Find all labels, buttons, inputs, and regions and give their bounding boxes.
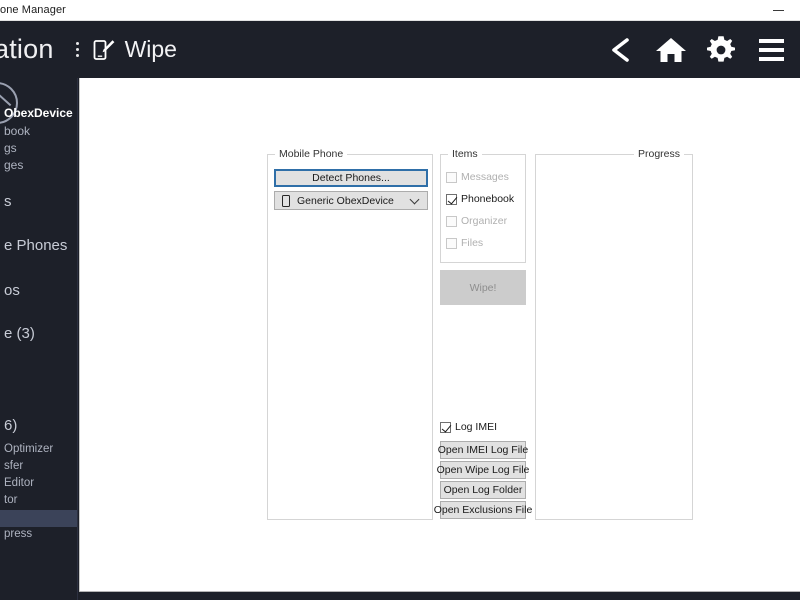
- sidebar-item[interactable]: os: [0, 282, 77, 299]
- minimize-button[interactable]: [756, 0, 800, 21]
- mobile-phone-group-label: Mobile Phone: [275, 148, 348, 160]
- open-log-folder-button[interactable]: Open Log Folder: [440, 481, 526, 499]
- home-icon[interactable]: [646, 21, 696, 78]
- device-combobox-value: Generic ObexDevice: [297, 194, 394, 207]
- checkbox-messages-label: Messages: [461, 171, 509, 183]
- checkbox-organizer[interactable]: Organizer: [446, 215, 507, 227]
- chevron-down-icon: [409, 194, 420, 205]
- sidebar-item[interactable]: e (3): [0, 325, 77, 342]
- sidebar-item[interactable]: s: [0, 193, 77, 210]
- checkbox-messages[interactable]: Messages: [446, 171, 509, 183]
- sidebar-item[interactable]: e Phones: [0, 237, 77, 254]
- minimize-icon: [772, 9, 784, 11]
- items-group-label: Items: [448, 148, 482, 160]
- application-window: one Manager ation Wipe ObexDevice book g…: [0, 0, 800, 600]
- window-titlebar: one Manager: [0, 0, 800, 21]
- phone-icon: [282, 194, 290, 207]
- checkbox-phonebook-box: [446, 193, 457, 205]
- wipe-button[interactable]: Wipe!: [440, 270, 526, 305]
- sidebar-item[interactable]: 6): [0, 417, 77, 434]
- sidebar-item[interactable]: [0, 510, 77, 527]
- window-title: one Manager: [0, 4, 66, 16]
- open-wipe-log-file-button[interactable]: Open Wipe Log File: [437, 461, 529, 479]
- checkbox-log-imei[interactable]: Log IMEI: [440, 421, 497, 433]
- hamburger-menu-icon[interactable]: [746, 21, 796, 78]
- checkbox-organizer-label: Organizer: [461, 215, 508, 227]
- sidebar-item[interactable]: gs: [0, 141, 77, 155]
- progress-group: Progress: [535, 148, 693, 520]
- detect-phones-button[interactable]: Detect Phones...: [274, 169, 428, 187]
- sidebar-item[interactable]: ObexDevice: [0, 106, 77, 120]
- content-bottom-divider: [79, 591, 800, 592]
- open-exclusions-file-button[interactable]: Open Exclusions File: [434, 501, 532, 519]
- checkbox-phonebook-label: Phonebook: [461, 193, 515, 205]
- mobile-phone-group: Mobile Phone Detect Phones... Generic Ob…: [267, 148, 433, 520]
- checkbox-messages-box: [446, 171, 457, 183]
- checkbox-log-imei-box: [440, 421, 451, 433]
- checkbox-files-label: Files: [461, 237, 484, 249]
- open-imei-log-file-button[interactable]: Open IMEI Log File: [438, 441, 528, 459]
- sidebar: ObexDevice book gs ges s e Phones os e (3) 6) Opt…: [0, 78, 78, 600]
- kebab-menu-icon[interactable]: [72, 40, 83, 59]
- sidebar-item[interactable]: tor: [0, 494, 77, 506]
- back-icon[interactable]: [596, 21, 646, 78]
- sidebar-item[interactable]: sfer: [0, 460, 77, 472]
- sidebar-item[interactable]: Editor: [0, 477, 77, 489]
- checkbox-phonebook[interactable]: Phonebook: [446, 193, 514, 205]
- page-title: Wipe: [124, 36, 177, 62]
- sidebar-item[interactable]: ges: [0, 158, 77, 172]
- checkbox-organizer-box: [446, 215, 457, 227]
- progress-group-label: Progress: [633, 148, 684, 160]
- checkbox-files-box: [446, 237, 457, 249]
- checkbox-files[interactable]: Files: [446, 237, 483, 249]
- content-panel: Mobile Phone Detect Phones... Generic Ob…: [79, 78, 800, 591]
- checkbox-log-imei-label: Log IMEI: [455, 421, 498, 433]
- sidebar-item[interactable]: press: [0, 528, 77, 540]
- phone-edit-icon: [91, 37, 117, 63]
- settings-gear-icon[interactable]: [696, 21, 746, 78]
- app-title: ation: [0, 34, 54, 64]
- app-header: ation Wipe: [0, 21, 800, 78]
- sidebar-item[interactable]: book: [0, 124, 77, 138]
- sidebar-item[interactable]: Optimizer: [0, 443, 77, 455]
- device-combobox[interactable]: Generic ObexDevice: [274, 191, 428, 210]
